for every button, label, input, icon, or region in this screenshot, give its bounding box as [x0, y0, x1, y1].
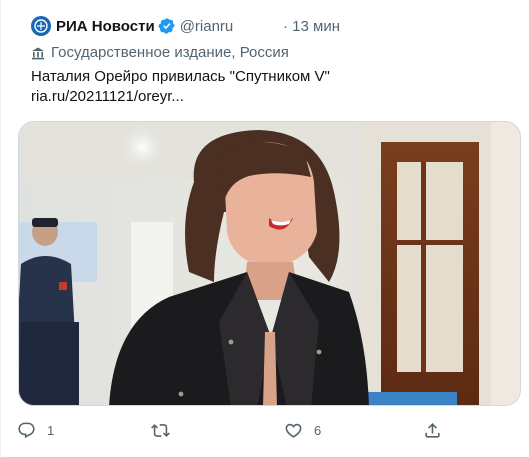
account-label-text: Государственное издание, Россия: [51, 44, 289, 61]
reply-count: 1: [47, 422, 55, 438]
like-button[interactable]: 6: [284, 418, 321, 442]
heart-icon: [285, 423, 302, 438]
tweet-link[interactable]: ria.ru/20211121/oreyr...: [31, 87, 501, 107]
verified-badge-icon: [158, 17, 176, 35]
retweet-icon: [151, 423, 170, 437]
share-icon: [425, 422, 440, 438]
share-button[interactable]: [423, 418, 453, 442]
retweet-button[interactable]: [151, 418, 181, 442]
reply-button[interactable]: 1: [17, 418, 54, 442]
account-label[interactable]: Государственное издание, Россия: [31, 44, 289, 61]
author-handle[interactable]: @rianru: [180, 18, 234, 35]
ria-logo-icon[interactable]: [31, 16, 51, 36]
timeline-border: [0, 0, 1, 457]
reply-icon: [18, 422, 35, 438]
tweet-timestamp[interactable]: · 13 мин: [283, 18, 340, 35]
like-count: 6: [314, 422, 322, 438]
tweet-text: Наталия Орейро привилась "Спутником V" r…: [31, 67, 501, 107]
government-building-icon: [32, 47, 44, 59]
tweet-header: РИА Новости @rianru: [31, 13, 233, 39]
tweet-photo[interactable]: [18, 121, 521, 406]
tweet-actions: 1 6: [0, 418, 529, 442]
tweet-text-line: Наталия Орейро привилась "Спутником V": [31, 68, 330, 85]
author-name[interactable]: РИА Новости: [56, 18, 155, 35]
